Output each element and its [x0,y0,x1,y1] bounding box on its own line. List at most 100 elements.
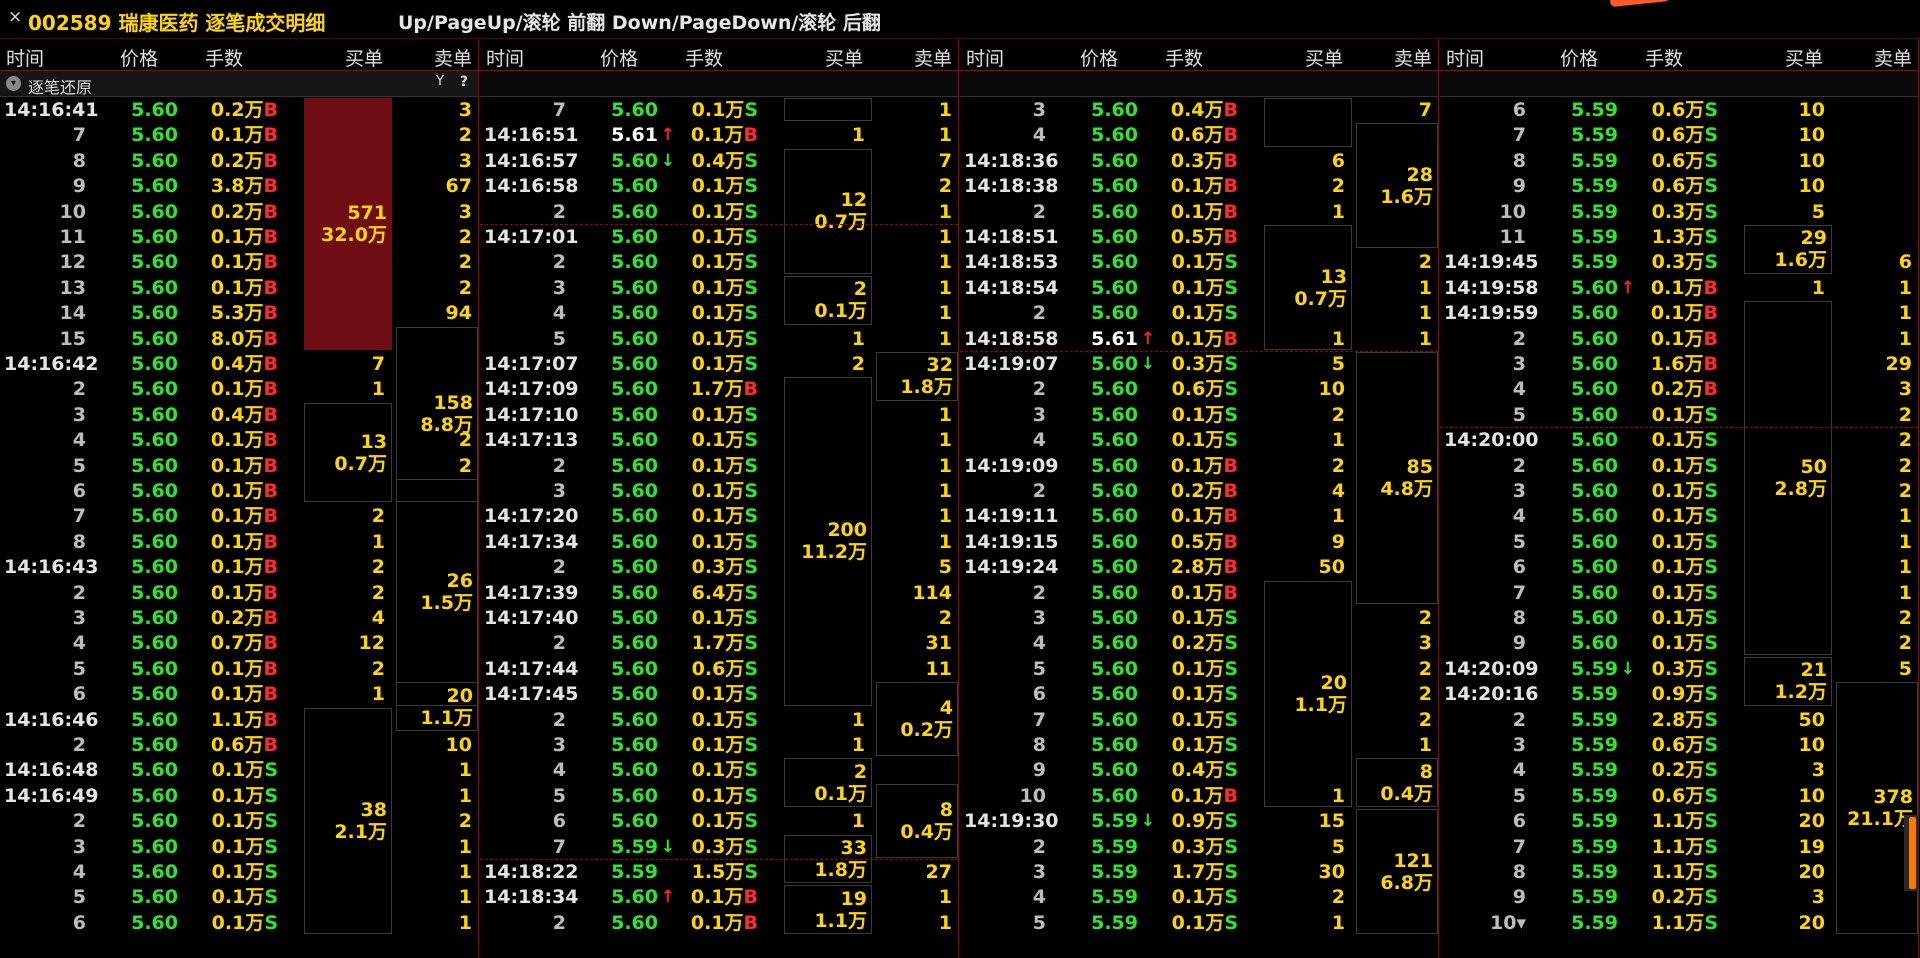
header-volume[interactable]: 手数 [1165,44,1203,71]
trade-row[interactable]: 14:17:10 5.60 0.1万S 1 [480,402,958,427]
trade-row[interactable]: 14:16:42 5.60 0.4万B 7 [0,351,478,376]
trade-row[interactable]: 3 5.60 0.4万B [0,402,478,427]
collapse-icon[interactable]: ▾ [6,76,21,91]
header-time[interactable]: 时间 [1446,44,1484,71]
trade-row[interactable]: 14:16:58 5.60 0.1万S 2 [480,173,958,198]
trade-row[interactable]: 7 5.60 0.1万B 2 [0,503,478,528]
trade-row[interactable]: 9 5.59 0.2万S 3 [1440,884,1918,909]
trade-row[interactable]: 15 5.60 8.0万B [0,326,478,351]
trade-row[interactable]: 2 5.60 1.7万S 31 [480,630,958,655]
trade-row[interactable]: 5 5.60 0.1万S 1 [1440,529,1918,554]
trade-row[interactable]: 14:17:40 5.60 0.1万S 2 [480,605,958,630]
trade-row[interactable]: 4 5.60 0.1万B 2 [0,427,478,452]
trade-row[interactable]: 6 5.60 0.1万B [0,478,478,503]
trade-row[interactable]: 7 5.60 0.1万S 2 [960,707,1438,732]
trade-row[interactable]: 11 5.60 0.1万B 2 [0,224,478,249]
trade-row[interactable]: 14:19:15 5.60 0.5万B 9 [960,529,1438,554]
header-sell-order[interactable]: 卖单 [434,44,472,71]
header-price[interactable]: 价格 [1080,44,1118,71]
header-price[interactable]: 价格 [1560,44,1598,71]
trade-row[interactable]: 2 5.60 0.1万B [960,580,1438,605]
trade-row[interactable]: 5 5.60 0.1万S 2 [960,656,1438,681]
header-sell-order[interactable]: 卖单 [1394,44,1432,71]
trade-row[interactable]: 14:19:30 5.59 ↓ 0.9万S 15 [960,808,1438,833]
trade-row[interactable]: 5 5.59 0.1万S 1 [960,910,1438,935]
trade-row[interactable]: 2 5.60 0.1万B 1 [480,910,958,935]
trade-row[interactable]: 14:19:45 5.59 0.3万S 6 [1440,249,1918,274]
trade-row[interactable]: 14:16:57 5.60 ↓ 0.4万S 7 [480,148,958,173]
trade-row[interactable]: 2 5.60 0.1万S 2 [1440,453,1918,478]
trade-row[interactable]: 14:18:58 5.61 ↑ 0.1万B 1 1 [960,326,1438,351]
header-price[interactable]: 价格 [600,44,638,71]
trade-row[interactable]: 4 5.60 0.1万S [480,757,958,782]
trade-row[interactable]: 14:19:09 5.60 0.1万B 2 [960,453,1438,478]
trade-row[interactable]: 4 5.60 0.1万S 1 [1440,503,1918,528]
header-sell-order[interactable]: 卖单 [914,44,952,71]
header-buy-order[interactable]: 买单 [1305,44,1343,71]
trade-row[interactable]: 3 5.59 1.7万S 30 [960,859,1438,884]
trade-row[interactable]: 5 5.60 0.1万S [480,783,958,808]
header-time[interactable]: 时间 [966,44,1004,71]
trade-row[interactable]: 14:19:24 5.60 2.8万B 50 [960,554,1438,579]
trade-row[interactable]: 2 5.59 0.3万S 5 [960,834,1438,859]
trade-row[interactable]: 4 5.60 0.7万B 12 [0,630,478,655]
trade-row[interactable]: 14:20:09 5.59 ↓ 0.3万S 5 [1440,656,1918,681]
trade-row[interactable]: 14:16:41 5.60 0.2万B 3 [0,97,478,122]
trade-row[interactable]: 8 5.60 0.1万B 1 [0,529,478,554]
trade-row[interactable]: 2 5.60 0.1万B 1 [0,376,478,401]
trade-row[interactable]: 9 5.60 0.1万S 2 [1440,630,1918,655]
trade-row[interactable]: 3 5.60 0.1万S 1 [0,834,478,859]
trade-row[interactable]: 14:19:07 5.60 ↓ 0.3万S 5 [960,351,1438,376]
trade-row[interactable]: 2 5.60 0.6万S 10 [960,376,1438,401]
trade-row[interactable]: 14:16:46 5.60 1.1万B [0,707,478,732]
trade-row[interactable]: 14:17:01 5.60 0.1万S 1 [480,224,958,249]
trade-row[interactable]: 2 5.60 0.3万S 5 [480,554,958,579]
trade-row[interactable]: 5 5.60 0.1万S 1 [0,884,478,909]
filter-icon[interactable]: Y [436,74,444,89]
scrollbar-thumb[interactable] [1909,817,1916,889]
trade-row[interactable]: 11 5.59 1.3万S [1440,224,1918,249]
trade-row[interactable]: 14:17:13 5.60 0.1万S 1 [480,427,958,452]
trade-row[interactable]: 4 5.60 0.1万S 1 [960,427,1438,452]
trade-row[interactable]: 3 5.60 0.1万S 2 [1440,478,1918,503]
trade-row[interactable]: 8 5.59 0.6万S 10 [1440,148,1918,173]
trade-row[interactable]: 3 5.60 0.1万S 2 [960,605,1438,630]
trade-row[interactable]: 14:17:07 5.60 0.1万S 2 [480,351,958,376]
trade-row[interactable]: 2 5.60 0.1万S 2 [0,808,478,833]
header-buy-order[interactable]: 买单 [345,44,383,71]
trade-row[interactable]: 4 5.60 0.6万B [960,122,1438,147]
trade-row[interactable]: 2 5.60 0.1万B 2 [0,580,478,605]
trade-row[interactable]: 9 5.60 3.8万B 67 [0,173,478,198]
trade-row[interactable]: 4 5.60 0.1万S 1 [480,300,958,325]
trade-row[interactable]: 7 5.59 ↓ 0.3万S [480,834,958,859]
trade-row[interactable]: 14:17:44 5.60 0.6万S 11 [480,656,958,681]
trade-row[interactable]: 3 5.60 0.2万B 4 [0,605,478,630]
help-icon[interactable]: ? [460,74,468,90]
trade-row[interactable]: 10 5.60 0.1万B 1 [960,783,1438,808]
trade-row[interactable]: 14:16:51 5.61 ↑ 0.1万B 1 1 [480,122,958,147]
trade-row[interactable]: 8 5.60 0.1万S 1 [960,732,1438,757]
header-sell-order[interactable]: 卖单 [1874,44,1912,71]
trade-row[interactable]: 14:18:53 5.60 0.1万S 2 [960,249,1438,274]
trade-row[interactable]: 5 5.60 0.1万S 1 1 [480,326,958,351]
trade-row[interactable]: 14:18:51 5.60 0.5万B [960,224,1438,249]
trade-row[interactable]: 3 5.60 0.1万S 2 [960,402,1438,427]
trade-row[interactable]: 7 5.60 0.1万S 1 [1440,580,1918,605]
trade-row[interactable]: 2 5.60 0.1万B 1 [1440,326,1918,351]
trade-row[interactable]: 14:18:54 5.60 0.1万S 1 [960,275,1438,300]
trade-row[interactable]: 14:17:09 5.60 1.7万B [480,376,958,401]
header-time[interactable]: 时间 [486,44,524,71]
trade-row[interactable]: 5 5.60 0.1万B 2 [0,453,478,478]
trade-row[interactable]: 13 5.60 0.1万B 2 [0,275,478,300]
trade-row[interactable]: 2 5.60 0.1万S 1 [480,707,958,732]
trade-row[interactable]: 9 5.59 0.6万S 10 [1440,173,1918,198]
trade-row[interactable]: 2 5.60 0.6万B 10 [0,732,478,757]
trade-row[interactable]: 8 5.60 0.2万B 3 [0,148,478,173]
trade-row[interactable]: 14:17:39 5.60 6.4万S 114 [480,580,958,605]
trade-row[interactable]: 14:16:49 5.60 0.1万S 1 [0,783,478,808]
trade-row[interactable]: 14:17:20 5.60 0.1万S 1 [480,503,958,528]
trade-row[interactable]: 4 5.59 0.2万S 3 [1440,757,1918,782]
trade-row[interactable]: 14:20:00 5.60 0.1万S 2 [1440,427,1918,452]
trade-row[interactable]: 10 5.59 0.3万S 5 [1440,199,1918,224]
trade-row[interactable]: 14:20:16 5.59 0.9万S [1440,681,1918,706]
